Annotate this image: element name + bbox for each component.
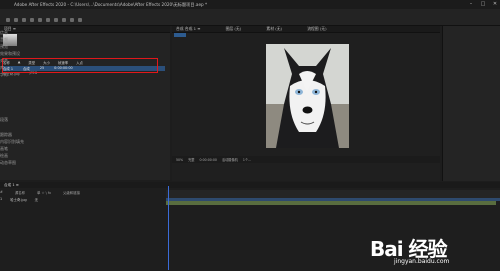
col-parent: 父级和链接 [63, 191, 80, 195]
home-icon[interactable] [6, 18, 10, 22]
tab-composition[interactable]: 合成 合成 1 ≡ [176, 26, 200, 31]
col-index: # [0, 190, 3, 194]
window-title: Adobe After Effects 2020 - C:\Users\...\… [14, 2, 208, 7]
panel-paint[interactable]: 绘画 [0, 153, 8, 159]
rotate-tool-icon[interactable] [38, 18, 42, 22]
timeline-tab[interactable]: 合成 1 ≡ [4, 183, 19, 187]
husky-image [266, 44, 349, 148]
layer-name: 哈士奇.jpg [10, 198, 27, 202]
time-ruler[interactable] [166, 190, 500, 198]
project-panel-tab[interactable]: 项目 ≡ [0, 26, 170, 33]
panel-tracker[interactable]: 跟踪器 [0, 132, 12, 138]
type-tool-icon[interactable] [78, 18, 82, 22]
viewer-tabs: 合成 合成 1 ≡ 图层 (无) 素材 (无) 流程图 (无) [172, 26, 440, 33]
timeline-layer-row[interactable]: 1 哈士奇.jpg 无 [0, 197, 164, 202]
mask-tool-icon[interactable] [62, 18, 66, 22]
tab-layer[interactable]: 图层 (无) [226, 26, 242, 31]
zoom-level[interactable]: 50% [176, 158, 183, 162]
panel-content-fill[interactable]: 内容识别填充 [0, 139, 24, 145]
composition-canvas[interactable] [266, 44, 349, 148]
panel-library[interactable]: 库 [0, 65, 4, 71]
title-bar: Adobe After Effects 2020 - C:\Users\...\… [0, 0, 500, 9]
panel-align[interactable]: 对齐 [0, 58, 8, 64]
camera-tool-icon[interactable] [46, 18, 50, 22]
layer-parent[interactable]: 无 [35, 197, 38, 202]
layer-index: 1 [0, 197, 3, 201]
window-controls: – □ ✕ [468, 1, 498, 7]
zoom-tool-icon[interactable] [30, 18, 34, 22]
tab-footage[interactable]: 素材 (无) [266, 26, 282, 31]
watermark-url: jingyan.baidu.com [394, 258, 450, 265]
project-panel: 项目 ≡ [0, 26, 170, 180]
minimize-icon[interactable]: – [468, 1, 474, 7]
camera-select[interactable]: 活动摄像机 [222, 157, 238, 162]
pan-tool-icon[interactable] [54, 18, 58, 22]
panel-paragraph[interactable]: 段落 [0, 117, 8, 123]
highlight-box [2, 58, 158, 73]
col-source: 源名称 [14, 191, 26, 195]
col-switches: 单 ☆ \ fx [37, 191, 52, 195]
pen-tool-icon[interactable] [70, 18, 74, 22]
panel-info[interactable]: 信息 [0, 30, 8, 36]
playhead[interactable] [168, 186, 169, 270]
panel-character[interactable]: 字符 [0, 72, 8, 78]
toolbar [0, 15, 500, 26]
panel-brush[interactable]: 画笔 [0, 146, 8, 152]
tab-flowchart[interactable]: 流程图 (无) [307, 26, 326, 31]
timeline-columns: # 源名称 单 ☆ \ fx 父级和链接 [0, 190, 164, 196]
selection-tool-icon[interactable] [14, 18, 18, 22]
current-time[interactable]: 0:00:00:00 [199, 158, 216, 162]
viewer-footer: 50% 完整 0:00:00:00 活动摄像机 1个... [172, 156, 440, 163]
resolution[interactable]: 完整 [188, 157, 194, 162]
panel-motion-sketch[interactable]: 动态草图 [0, 160, 16, 166]
comp-breadcrumb[interactable] [174, 33, 186, 37]
panel-effects[interactable]: 效果和预设 [0, 51, 20, 57]
maximize-icon[interactable]: □ [480, 1, 486, 7]
hand-tool-icon[interactable] [22, 18, 26, 22]
close-icon[interactable]: ✕ [492, 1, 498, 7]
right-panels [442, 26, 500, 181]
layer-duration-bar[interactable] [166, 201, 496, 205]
panel-audio[interactable]: 音频 [0, 37, 8, 43]
views-select[interactable]: 1个... [243, 157, 251, 162]
timeline-tabs [0, 182, 500, 188]
panel-preview[interactable]: 预览 [0, 44, 8, 50]
